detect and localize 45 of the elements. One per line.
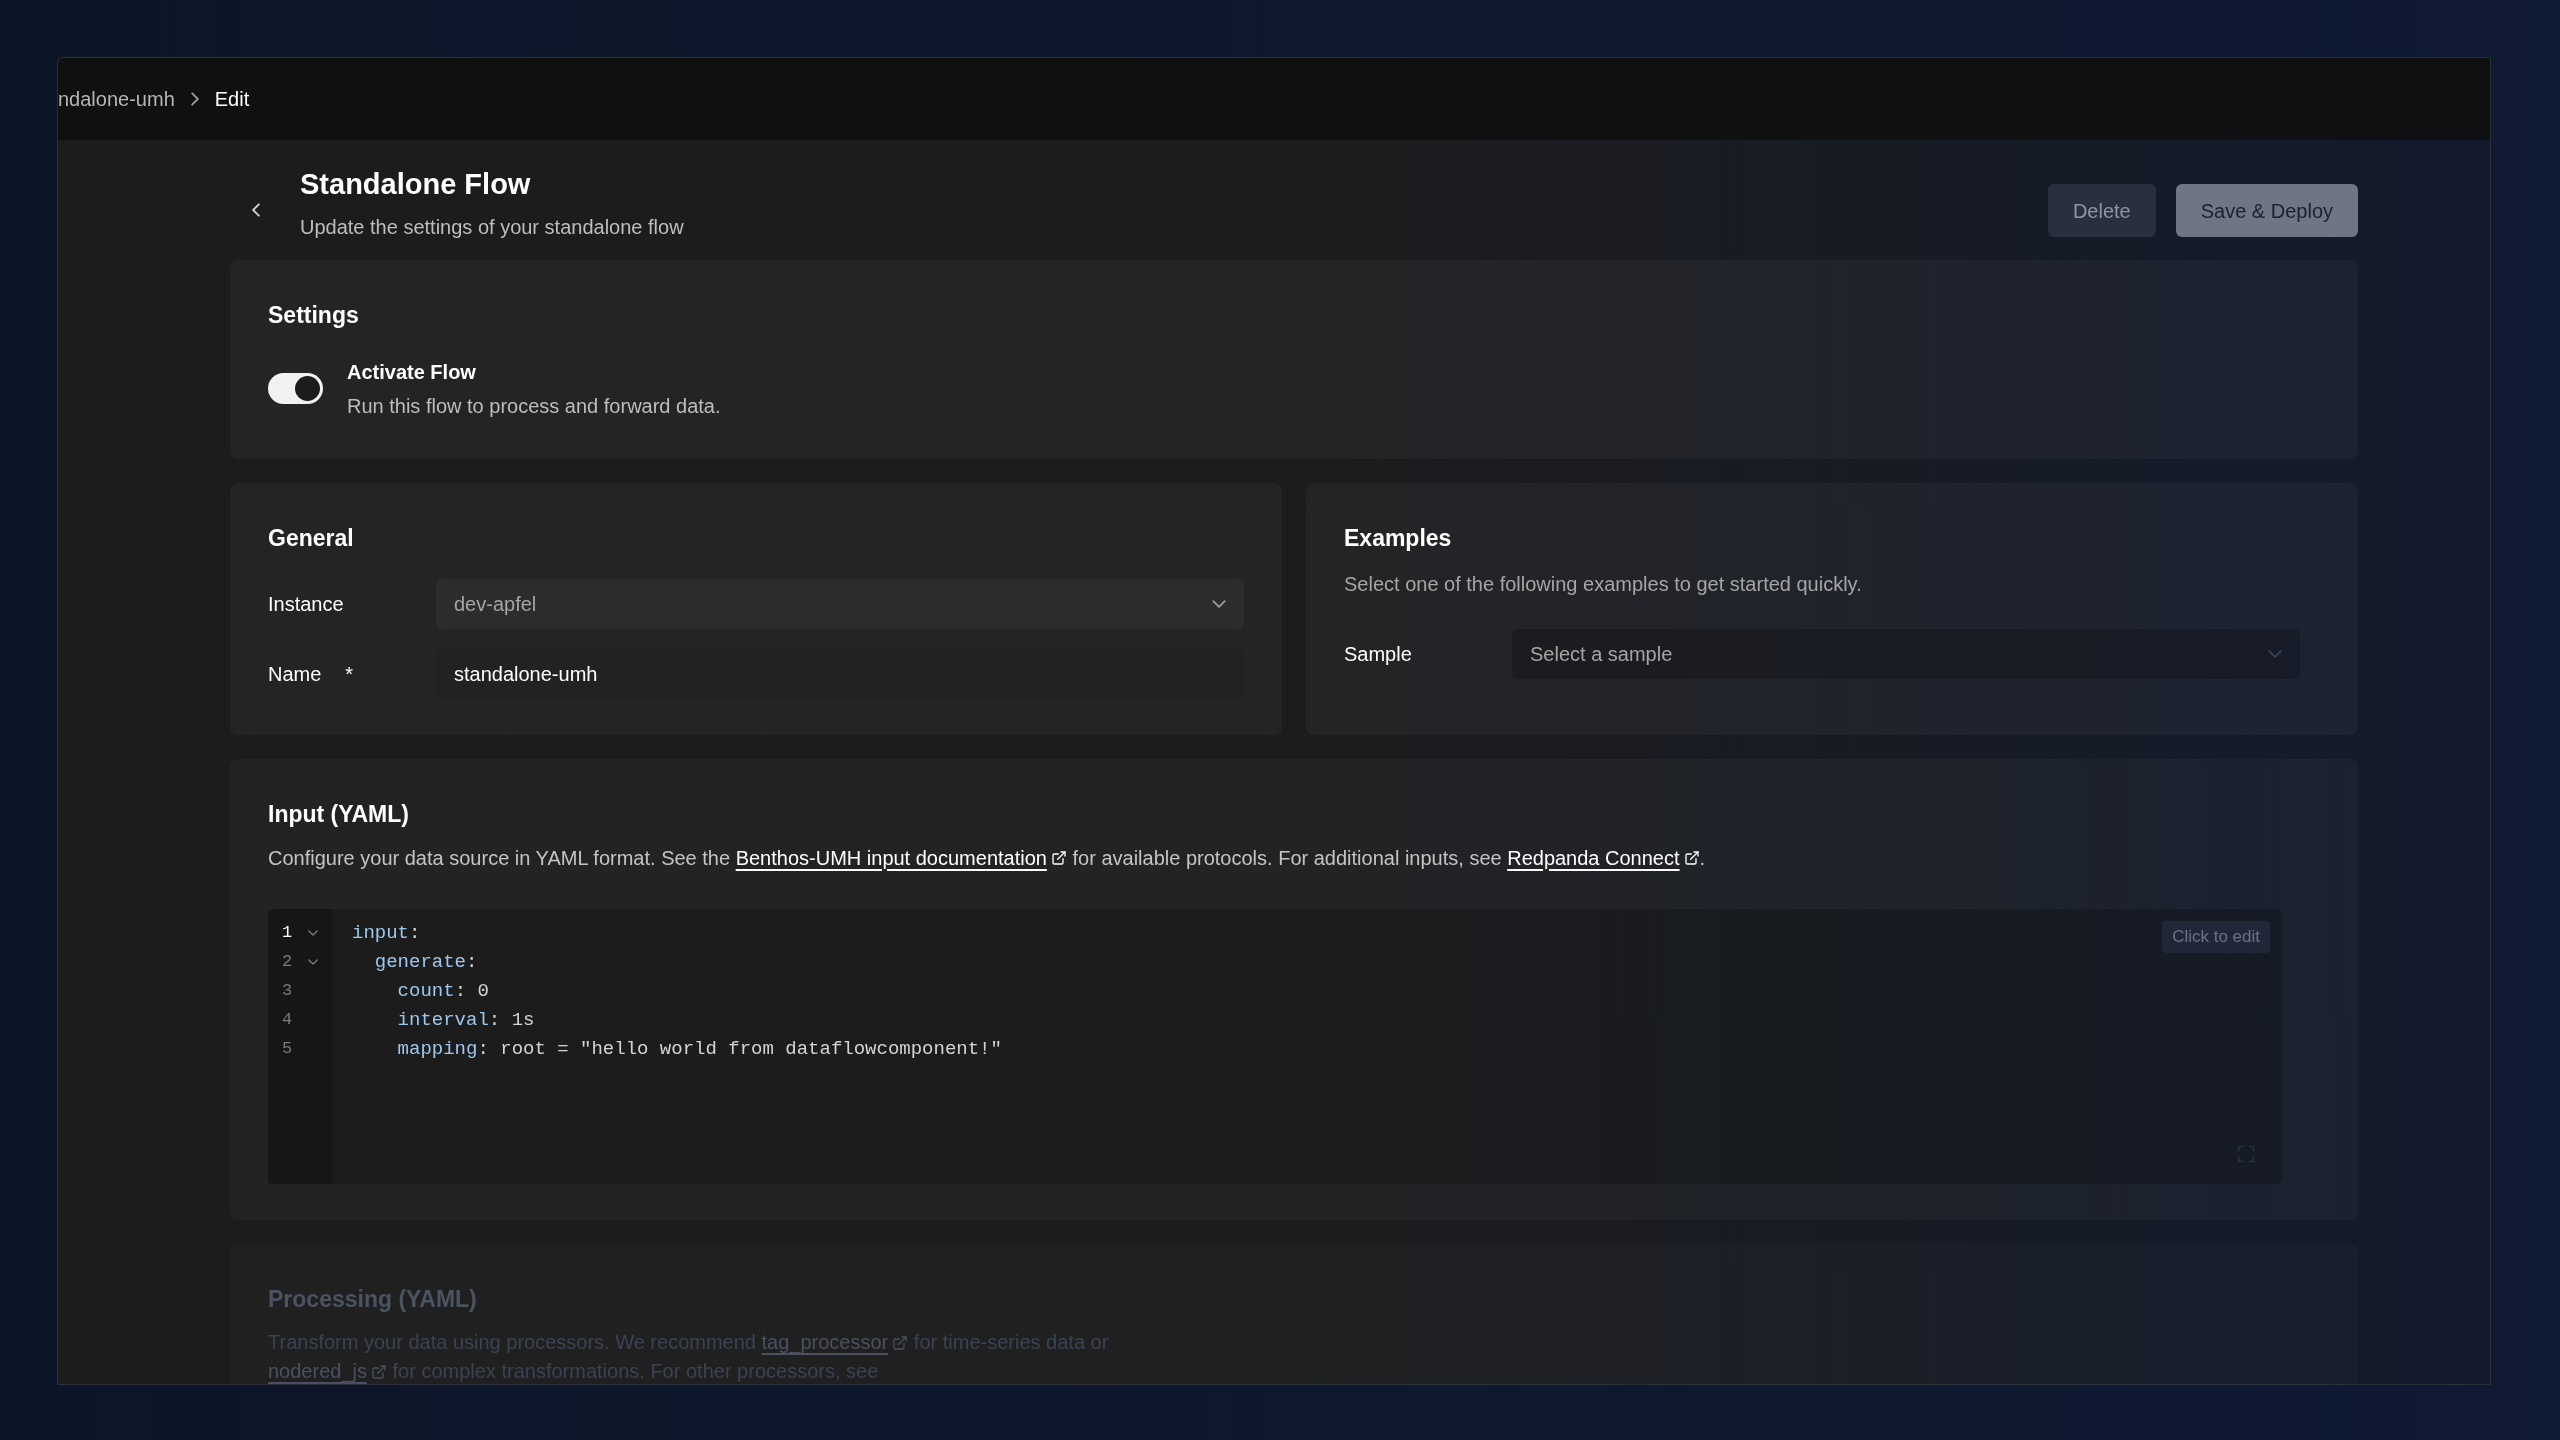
section-title: General: [268, 523, 355, 553]
instance-select[interactable]: dev-apfel: [436, 579, 1244, 629]
external-link-icon: [892, 1334, 909, 1351]
fold-icon[interactable]: [308, 930, 318, 936]
code-line: input:: [352, 920, 422, 946]
toggle-description: Run this flow to process and forward data.: [347, 393, 721, 419]
field-label: Instance: [268, 592, 344, 617]
section-title: Input (YAML): [268, 800, 410, 829]
external-link-icon: [1683, 850, 1700, 866]
doc-link[interactable]: Redpanda Connect: [1507, 843, 1700, 873]
line-number: 4: [282, 1009, 294, 1032]
section-title: Examples: [1344, 523, 1453, 553]
line-number: 1: [282, 922, 294, 945]
required-mark: *: [345, 662, 354, 687]
doc-link[interactable]: Benthos-UMH input documentation: [735, 843, 1067, 873]
external-link-icon: [1050, 850, 1067, 866]
fold-icon[interactable]: [308, 959, 318, 965]
field-label: Sample: [1344, 642, 1413, 667]
page-title: Standalone Flow: [300, 167, 532, 202]
code-line: interval: 1s: [396, 1007, 536, 1033]
back-icon[interactable]: [252, 203, 260, 217]
line-number: 2: [282, 951, 294, 974]
toggle-switch[interactable]: [268, 373, 323, 404]
field-label: Name: [268, 662, 322, 687]
examples-description: Select one of the following examples to get started quickly.: [1344, 572, 1863, 597]
line-number: 5: [282, 1038, 294, 1061]
delete-button[interactable]: Delete: [2047, 184, 2156, 237]
breadcrumb-item[interactable]: ndalone-umh: [58, 84, 175, 114]
external-link-icon: [370, 1363, 387, 1380]
code-editor[interactable]: 1 2 3 4 5 input: generate: count: 0 interval: 1s mapping: root = "hello world from dataflowcomponent!" Click to edit: [268, 908, 2282, 1184]
code-line: count: 0: [396, 978, 490, 1004]
section-title: Settings: [268, 301, 360, 330]
save-deploy-button[interactable]: Save & Deploy: [2175, 184, 2358, 237]
code-line: generate:: [373, 949, 479, 975]
code-line: mapping: root = "hello world from dataflowcomponent!": [396, 1036, 1002, 1062]
section-title: Processing (YAML): [268, 1284, 478, 1314]
breadcrumb-item[interactable]: Edit: [214, 84, 250, 114]
chevron-down-icon: [2268, 650, 2282, 658]
chevron-down-icon: [1212, 600, 1226, 608]
sample-select[interactable]: Select a sample: [1512, 629, 2300, 679]
page-subtitle: Update the settings of your standalone flow: [300, 215, 685, 240]
description-text: Configure your data source in YAML format. See the Benthos-UMH input documentation for available protocols. For additional inputs, see Redpanda Connect .: [268, 843, 2320, 873]
chevron-right-icon: [190, 92, 199, 106]
toggle-label: Activate Flow: [347, 359, 477, 385]
line-number: 3: [282, 980, 294, 1003]
